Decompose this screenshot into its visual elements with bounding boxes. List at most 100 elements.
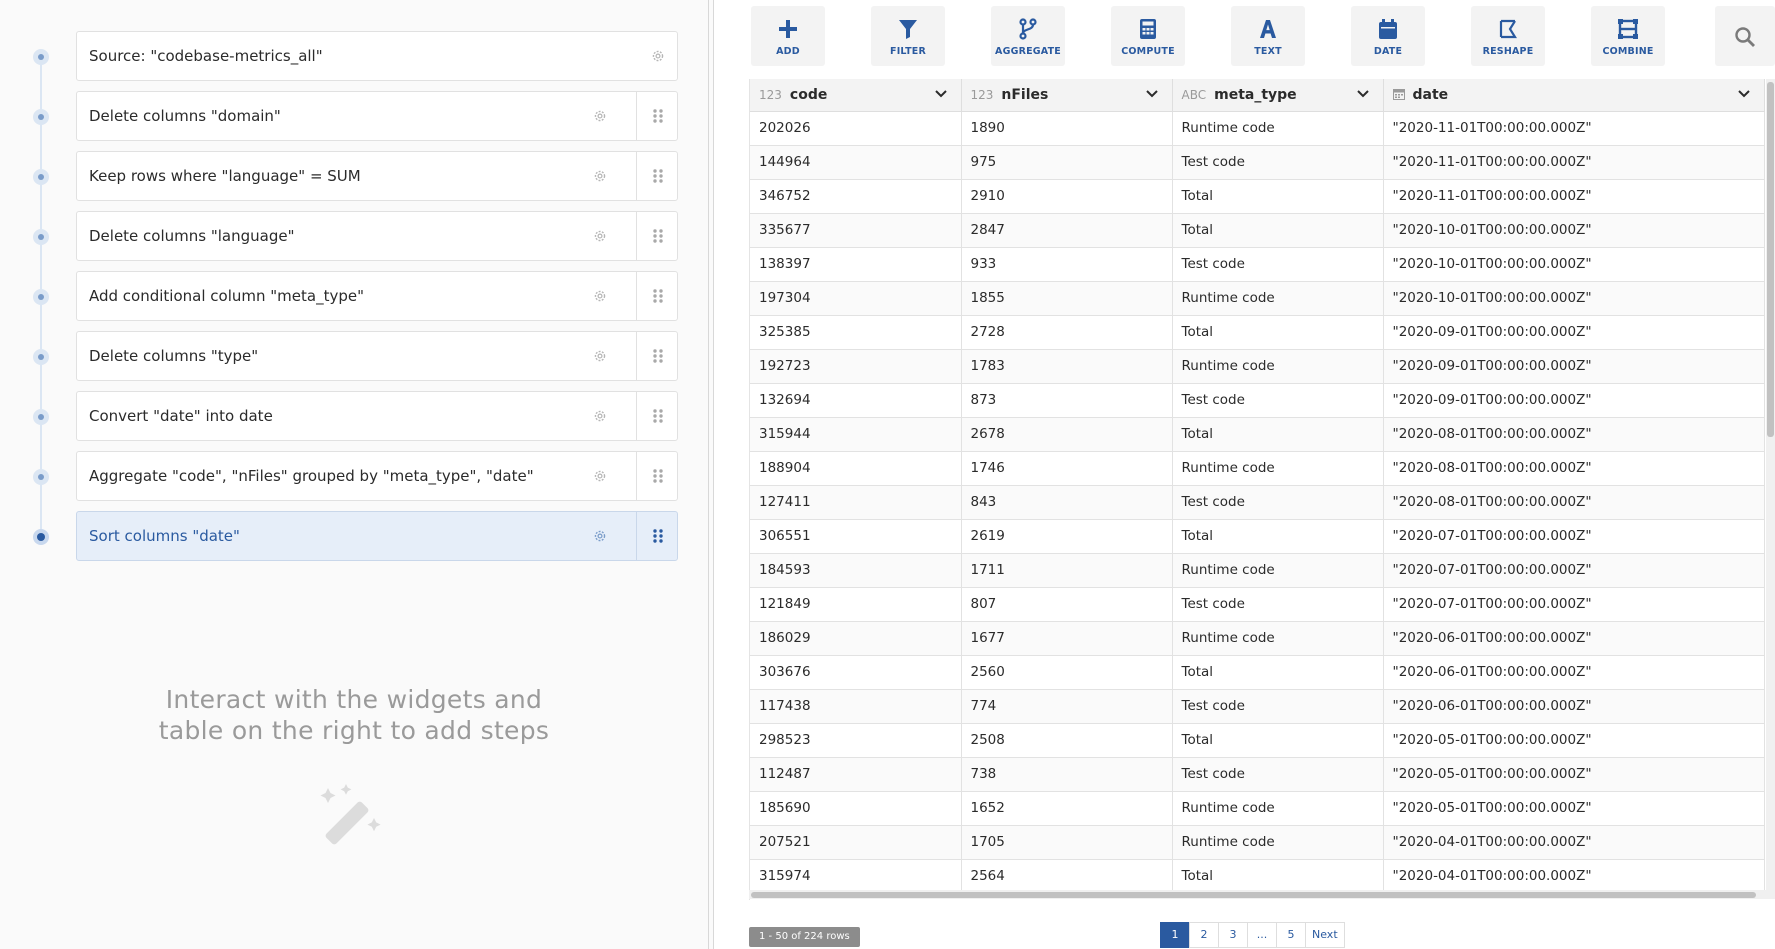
cell-code[interactable]: 184593 [750, 553, 962, 588]
filter-button[interactable]: FILTER [871, 6, 945, 66]
cell-date[interactable]: "2020-09-01T00:00:00.000Z" [1383, 383, 1765, 418]
cell-nfiles[interactable]: 738 [961, 757, 1173, 792]
cell-nfiles[interactable]: 1705 [961, 825, 1173, 860]
column-header-meta-type[interactable]: ABC meta_type [1172, 79, 1384, 112]
drag-handle-icon[interactable] [652, 168, 664, 184]
cell-date[interactable]: "2020-04-01T00:00:00.000Z" [1383, 859, 1765, 894]
cell-date[interactable]: "2020-05-01T00:00:00.000Z" [1383, 757, 1765, 792]
gear-icon[interactable] [651, 49, 665, 63]
cell-nfiles[interactable]: 2508 [961, 723, 1173, 758]
cell-date[interactable]: "2020-09-01T00:00:00.000Z" [1383, 349, 1765, 384]
cell-nfiles[interactable]: 2560 [961, 655, 1173, 690]
page-button[interactable]: 2 [1189, 922, 1219, 948]
cell-date[interactable]: "2020-10-01T00:00:00.000Z" [1383, 213, 1765, 248]
cell-meta-type[interactable]: Test code [1172, 757, 1384, 792]
reshape-button[interactable]: RESHAPE [1471, 6, 1545, 66]
cell-code[interactable]: 306551 [750, 519, 962, 554]
cell-code[interactable]: 197304 [750, 281, 962, 316]
step-box[interactable]: Source: "codebase-metrics_all" [76, 31, 678, 81]
cell-nfiles[interactable]: 843 [961, 485, 1173, 520]
pipeline-step[interactable]: Delete columns "domain" [0, 91, 708, 143]
combine-button[interactable]: COMBINE [1591, 6, 1665, 66]
step-box[interactable]: Delete columns "language" [76, 211, 678, 261]
cell-code[interactable]: 127411 [750, 485, 962, 520]
cell-date[interactable]: "2020-07-01T00:00:00.000Z" [1383, 553, 1765, 588]
column-header-nfiles[interactable]: 123 nFiles [961, 79, 1173, 112]
pipeline-step[interactable]: Source: "codebase-metrics_all" [0, 31, 708, 83]
pipeline-step[interactable]: Keep rows where "language" = SUM [0, 151, 708, 203]
cell-code[interactable]: 138397 [750, 247, 962, 282]
cell-meta-type[interactable]: Total [1172, 723, 1384, 758]
step-box[interactable]: Convert "date" into date [76, 391, 678, 441]
cell-meta-type[interactable]: Total [1172, 655, 1384, 690]
drag-handle-icon[interactable] [652, 408, 664, 424]
cell-date[interactable]: "2020-11-01T00:00:00.000Z" [1383, 145, 1765, 180]
chevron-down-icon[interactable] [1145, 90, 1158, 98]
text-button[interactable]: TEXT [1231, 6, 1305, 66]
pipeline-step[interactable]: Delete columns "type" [0, 331, 708, 383]
column-header-date[interactable]: date [1383, 79, 1765, 112]
aggregate-button[interactable]: AGGREGATE [991, 6, 1065, 66]
cell-nfiles[interactable]: 807 [961, 587, 1173, 622]
cell-date[interactable]: "2020-07-01T00:00:00.000Z" [1383, 587, 1765, 622]
cell-meta-type[interactable]: Total [1172, 859, 1384, 894]
cell-nfiles[interactable]: 1890 [961, 111, 1173, 146]
step-box[interactable]: Delete columns "domain" [76, 91, 678, 141]
step-box[interactable]: Aggregate "code", "nFiles" grouped by "m… [76, 451, 678, 501]
cell-code[interactable]: 315944 [750, 417, 962, 452]
gear-icon[interactable] [593, 169, 607, 183]
cell-date[interactable]: "2020-08-01T00:00:00.000Z" [1383, 417, 1765, 452]
cell-date[interactable]: "2020-11-01T00:00:00.000Z" [1383, 111, 1765, 146]
cell-nfiles[interactable]: 2847 [961, 213, 1173, 248]
drag-handle-icon[interactable] [652, 348, 664, 364]
cell-code[interactable]: 186029 [750, 621, 962, 656]
pipeline-step[interactable]: Delete columns "language" [0, 211, 708, 263]
cell-nfiles[interactable]: 774 [961, 689, 1173, 724]
cell-meta-type[interactable]: Test code [1172, 247, 1384, 282]
cell-nfiles[interactable]: 1783 [961, 349, 1173, 384]
chevron-down-icon[interactable] [1356, 90, 1369, 98]
horizontal-scrollbar-thumb[interactable] [751, 892, 1756, 898]
cell-nfiles[interactable]: 1855 [961, 281, 1173, 316]
cell-nfiles[interactable]: 1711 [961, 553, 1173, 588]
cell-date[interactable]: "2020-05-01T00:00:00.000Z" [1383, 791, 1765, 826]
cell-code[interactable]: 202026 [750, 111, 962, 146]
cell-meta-type[interactable]: Test code [1172, 383, 1384, 418]
cell-code[interactable]: 335677 [750, 213, 962, 248]
cell-code[interactable]: 132694 [750, 383, 962, 418]
cell-code[interactable]: 117438 [750, 689, 962, 724]
cell-meta-type[interactable]: Total [1172, 417, 1384, 452]
page-button[interactable]: ... [1247, 922, 1277, 948]
cell-code[interactable]: 144964 [750, 145, 962, 180]
cell-nfiles[interactable]: 873 [961, 383, 1173, 418]
cell-meta-type[interactable]: Test code [1172, 485, 1384, 520]
cell-date[interactable]: "2020-10-01T00:00:00.000Z" [1383, 281, 1765, 316]
search-button[interactable] [1715, 6, 1775, 66]
cell-code[interactable]: 185690 [750, 791, 962, 826]
cell-date[interactable]: "2020-05-01T00:00:00.000Z" [1383, 723, 1765, 758]
pipeline-step[interactable]: Add conditional column "meta_type" [0, 271, 708, 323]
compute-button[interactable]: COMPUTE [1111, 6, 1185, 66]
gear-icon[interactable] [593, 469, 607, 483]
cell-nfiles[interactable]: 2564 [961, 859, 1173, 894]
date-button[interactable]: DATE [1351, 6, 1425, 66]
vertical-scrollbar-thumb[interactable] [1767, 82, 1774, 437]
cell-nfiles[interactable]: 2619 [961, 519, 1173, 554]
cell-code[interactable]: 325385 [750, 315, 962, 350]
cell-nfiles[interactable]: 1746 [961, 451, 1173, 486]
gear-icon[interactable] [593, 229, 607, 243]
cell-nfiles[interactable]: 2910 [961, 179, 1173, 214]
cell-code[interactable]: 207521 [750, 825, 962, 860]
cell-date[interactable]: "2020-08-01T00:00:00.000Z" [1383, 485, 1765, 520]
cell-code[interactable]: 315974 [750, 859, 962, 894]
cell-nfiles[interactable]: 1652 [961, 791, 1173, 826]
drag-handle-icon[interactable] [652, 528, 664, 544]
cell-date[interactable]: "2020-06-01T00:00:00.000Z" [1383, 689, 1765, 724]
gear-icon[interactable] [593, 529, 607, 543]
gear-icon[interactable] [593, 109, 607, 123]
pipeline-step[interactable]: Convert "date" into date [0, 391, 708, 443]
step-box[interactable]: Add conditional column "meta_type" [76, 271, 678, 321]
cell-date[interactable]: "2020-10-01T00:00:00.000Z" [1383, 247, 1765, 282]
cell-meta-type[interactable]: Total [1172, 519, 1384, 554]
cell-meta-type[interactable]: Runtime code [1172, 791, 1384, 826]
